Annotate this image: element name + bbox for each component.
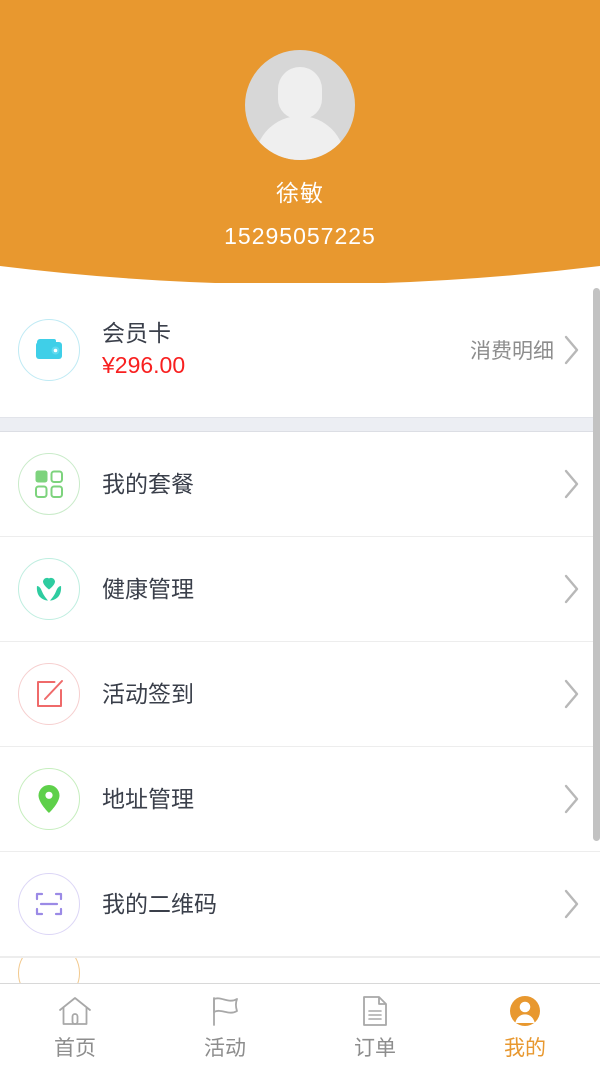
tab-label: 订单 <box>354 1037 396 1060</box>
chevron-right-icon <box>562 887 582 921</box>
menu-label: 健康管理 <box>102 575 194 602</box>
avatar[interactable] <box>245 50 355 160</box>
membership-title: 会员卡 <box>102 319 171 346</box>
tab-label: 活动 <box>204 1037 246 1060</box>
menu-row-activity-checkin[interactable]: 活动签到 <box>0 642 600 747</box>
tab-mine[interactable]: 我的 <box>450 984 600 1067</box>
edit-square-icon-glyph <box>37 680 63 707</box>
grid-squares-icon <box>18 453 80 515</box>
profile-header: 徐敏 15295057225 <box>0 0 600 300</box>
chevron-right-icon <box>562 333 582 367</box>
app-root: 徐敏 15295057225 会员卡 ¥296.00 消费明细 我的套餐 健康管… <box>0 0 600 1067</box>
tab-home[interactable]: 首页 <box>0 984 150 1067</box>
membership-card-row[interactable]: 会员卡 ¥296.00 消费明细 <box>0 283 600 417</box>
section-separator-band <box>0 417 600 432</box>
menu-row-my-package[interactable]: 我的套餐 <box>0 432 600 537</box>
menu-row-health-management[interactable]: 健康管理 <box>0 537 600 642</box>
qr-scan-frame-icon <box>18 873 80 935</box>
chevron-right-icon <box>562 677 582 711</box>
edit-square-icon <box>18 663 80 725</box>
menu-label: 我的二维码 <box>102 890 217 917</box>
location-pin-icon-glyph <box>38 785 60 813</box>
tab-orders[interactable]: 订单 <box>300 984 450 1067</box>
avatar-body-shape <box>255 116 345 160</box>
chevron-right-icon <box>562 782 582 816</box>
qr-scan-frame-icon-glyph <box>35 892 63 916</box>
consumption-detail-link[interactable]: 消费明细 <box>470 335 554 365</box>
tab-label: 首页 <box>54 1037 96 1060</box>
vertical-scrollbar[interactable] <box>593 283 600 983</box>
scrollbar-thumb[interactable] <box>593 288 600 841</box>
chevron-right-icon <box>562 467 582 501</box>
grid-squares-icon-glyph <box>35 470 63 498</box>
chevron-right-icon <box>562 572 582 606</box>
document-icon <box>356 992 394 1030</box>
avatar-head-shape <box>278 67 322 119</box>
menu-row-address-management[interactable]: 地址管理 <box>0 747 600 852</box>
menu-label: 我的套餐 <box>102 470 194 497</box>
wallet-icon <box>18 319 80 381</box>
wallet-icon-glyph <box>36 339 62 359</box>
home-icon <box>56 992 94 1030</box>
location-pin-icon <box>18 768 80 830</box>
heart-in-hands-icon <box>18 558 80 620</box>
user-phone: 15295057225 <box>224 223 376 249</box>
tab-activity[interactable]: 活动 <box>150 984 300 1067</box>
person-icon <box>506 992 544 1030</box>
scrollable-content[interactable]: 会员卡 ¥296.00 消费明细 我的套餐 健康管理 活动签到 地址管理 我的二… <box>0 283 600 987</box>
menu-label: 活动签到 <box>102 680 194 707</box>
tab-label: 我的 <box>504 1037 546 1060</box>
bottom-tab-bar: 首页 活动 订单 我的 <box>0 983 600 1067</box>
heart-in-hands-icon-glyph <box>36 577 62 601</box>
menu-label: 地址管理 <box>102 785 194 812</box>
membership-amount: ¥296.00 <box>102 352 186 379</box>
flag-icon <box>206 992 244 1030</box>
menu-row-my-qr-code[interactable]: 我的二维码 <box>0 852 600 957</box>
user-name: 徐敏 <box>276 180 324 206</box>
